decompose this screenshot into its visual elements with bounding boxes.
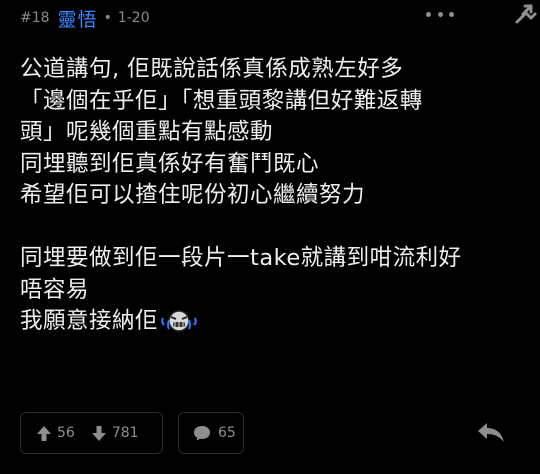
content-blank-line	[20, 212, 525, 244]
dot	[437, 11, 443, 17]
downvote-count: 781	[111, 425, 139, 441]
upvote-count: 56	[57, 425, 75, 441]
comments-button[interactable]: 65	[178, 412, 244, 454]
content-line: 同埋聽到佢真係好有奮鬥既心	[20, 150, 320, 177]
content-line: 公道講句, 佢既說話係真係成熟左好多	[20, 56, 404, 82]
vote-box: 56 781	[20, 412, 163, 454]
downvote-button[interactable]: 781	[91, 425, 139, 442]
content-line-text: 我願意接納佢	[20, 308, 159, 334]
post-number: #18	[20, 10, 50, 26]
post-card: #18 靈悟 • 1-20 公道講句, 佢既說話係真係成熟左好多 「邊個在乎佢」…	[0, 0, 540, 474]
post-content: 公道講句, 佢既說話係真係成熟左好多 「邊個在乎佢」「想重頭黎講但好難返轉 頭」…	[20, 54, 525, 338]
separator-dot: •	[103, 10, 112, 26]
content-line: 唔容易	[20, 276, 90, 303]
username-link[interactable]: 靈悟	[58, 5, 98, 32]
upvote-button[interactable]: 56	[36, 425, 75, 442]
content-line: 希望佢可以揸住呢份初心繼續努力	[20, 182, 366, 208]
crying-face-sticker-icon	[161, 310, 197, 332]
quote-reply-icon[interactable]	[510, 0, 538, 28]
content-line: 頭」呢幾個重點有點感動	[20, 119, 274, 145]
arrow-down-icon	[91, 425, 106, 441]
comment-bubble-icon	[194, 426, 210, 441]
comment-count: 65	[218, 425, 236, 441]
content-line-with-emoji: 我願意接納佢	[20, 306, 525, 338]
dot	[449, 11, 454, 17]
more-horizontal-icon[interactable]	[426, 6, 454, 22]
post-footer: 56 781 65	[20, 412, 520, 456]
content-line: 同埋要做到佢一段片一take就講到咁流利好	[20, 245, 462, 271]
content-line: 「邊個在乎佢」「想重頭黎講但好難返轉	[20, 87, 423, 114]
post-time: 1-20	[117, 10, 150, 26]
arrow-up-icon	[37, 425, 51, 441]
reply-arrow-icon[interactable]	[476, 420, 506, 444]
dot	[426, 11, 431, 17]
